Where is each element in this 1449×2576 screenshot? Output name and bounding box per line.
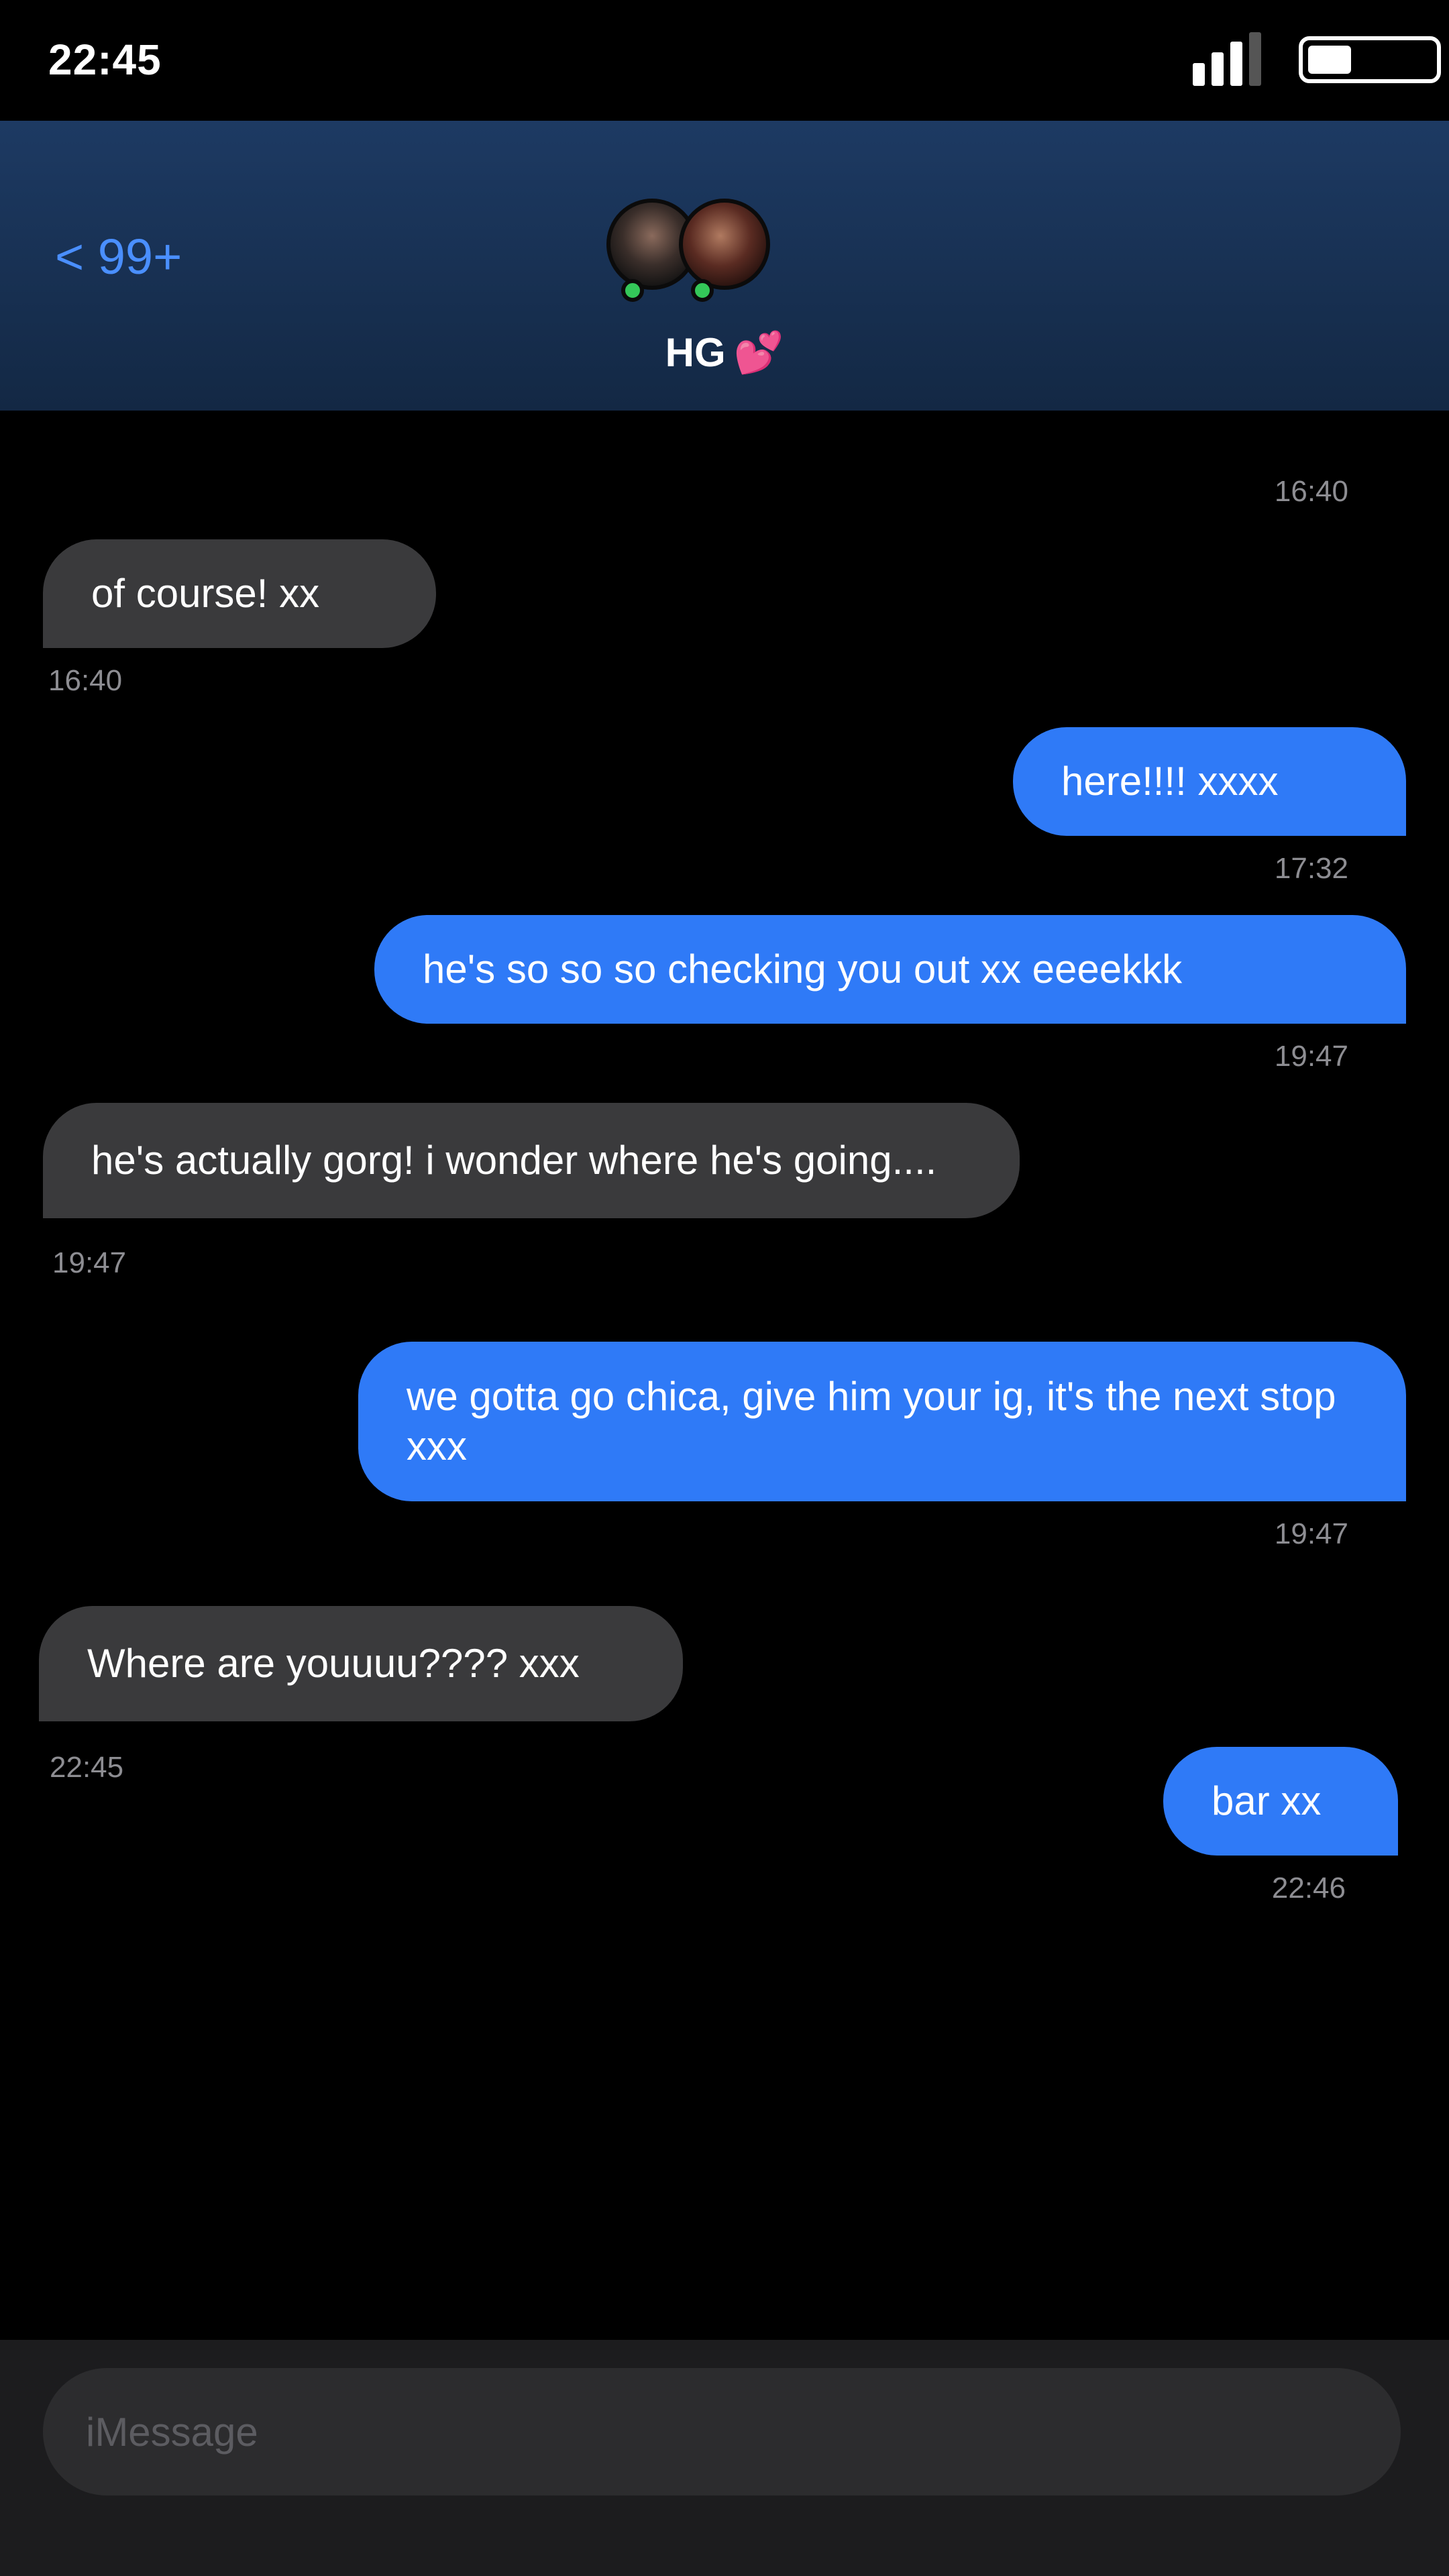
heart-emoji-icon: 💕 [733,330,784,375]
outgoing-message-bubble[interactable]: he's so so so checking you out xx eeeekk… [374,915,1406,1024]
message-timestamp: 22:46 [1271,1872,1346,1904]
message-timestamp: 19:47 [52,1246,127,1279]
online-status-icon [621,279,644,302]
outgoing-message-bubble[interactable]: here!!!! xxxx [1013,727,1406,836]
avatar[interactable] [679,199,770,290]
conversation-header: < 99+ HG 💕 [0,121,1449,411]
imessage-input[interactable] [43,2368,1401,2496]
incoming-message-bubble[interactable]: Where are youuuu???? xxx [39,1606,683,1721]
message-timestamp: 17:32 [1274,852,1348,885]
status-time: 22:45 [48,36,162,84]
conversation-title[interactable]: HG 💕 [0,329,1449,376]
cellular-signal-icon [1193,32,1263,86]
message-timestamp: 22:45 [50,1751,124,1784]
outgoing-message-bubble[interactable]: we gotta go chica, give him your ig, it'… [358,1342,1406,1501]
incoming-message-bubble[interactable]: he's actually gorg! i wonder where he's … [43,1103,1020,1218]
incoming-message-bubble[interactable]: of course! xx [43,539,436,648]
outgoing-message-bubble[interactable]: bar xx [1163,1747,1398,1856]
message-timestamp: 16:40 [1274,475,1348,508]
message-timestamp: 16:40 [48,664,123,697]
message-composer [0,2340,1449,2576]
status-bar: 22:45 [0,0,1449,121]
back-button[interactable]: < 99+ [55,228,182,285]
online-status-icon [691,279,714,302]
message-timestamp: 19:47 [1274,1517,1348,1550]
message-timestamp: 19:47 [1274,1040,1348,1073]
conversation-title-text: HG [665,330,726,375]
battery-icon [1299,36,1441,83]
battery-level-fill [1308,46,1351,74]
